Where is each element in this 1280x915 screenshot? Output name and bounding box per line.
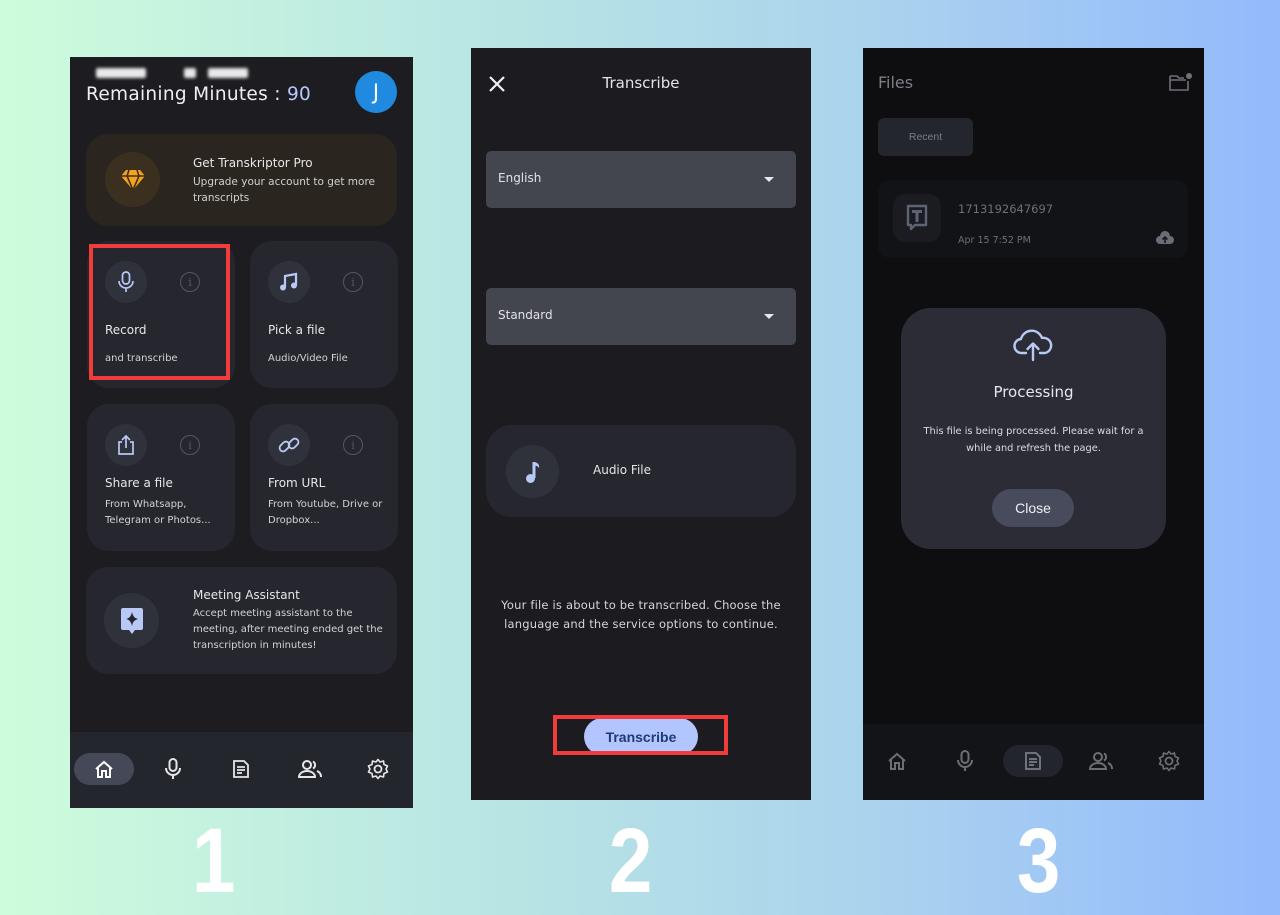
file-name: 1713192647697 (958, 202, 1054, 216)
close-button[interactable]: Close (992, 489, 1074, 527)
tile-title: Share a file (105, 476, 173, 490)
processing-dialog: Processing This file is being processed.… (901, 308, 1166, 549)
step-number-3: 3 (1016, 810, 1061, 912)
nav-home[interactable] (867, 745, 927, 777)
microphone-icon (165, 758, 181, 779)
file-row[interactable]: 1713192647697 Apr 15 7:52 PM (878, 180, 1188, 258)
file-date: Apr 15 7:52 PM (958, 235, 1031, 246)
share-icon (105, 424, 147, 466)
nav-team[interactable] (1071, 745, 1131, 777)
tile-title: From URL (268, 476, 326, 490)
bottom-nav (70, 732, 413, 808)
chevron-down-icon (764, 314, 774, 319)
transcribe-highlight-box (553, 715, 728, 755)
transkriptor-file-icon (893, 194, 941, 242)
people-icon (298, 760, 322, 778)
remaining-minutes: Remaining Minutes : 90 (86, 84, 311, 105)
music-note-icon (268, 261, 310, 303)
pro-title: Get Transkriptor Pro (193, 156, 313, 170)
from-url-tile[interactable]: i From URL From Youtube, Drive or Dropbo… (250, 404, 398, 551)
redacted-text (184, 68, 196, 78)
nav-record[interactable] (143, 753, 203, 785)
pick-file-tile[interactable]: i Pick a file Audio/Video File (250, 241, 398, 388)
service-value: Standard (498, 308, 553, 322)
sparkle-chat-icon (104, 593, 159, 648)
page-title: Transcribe (602, 74, 680, 92)
redacted-text (96, 68, 146, 78)
get-pro-card[interactable]: Get Transkriptor Pro Upgrade your accoun… (86, 134, 397, 226)
dialog-message: This file is being processed. Please wai… (923, 426, 1144, 454)
document-icon (233, 760, 249, 778)
tile-subtitle: Audio/Video File (268, 353, 348, 364)
nav-home[interactable] (74, 753, 134, 785)
meeting-assistant-card[interactable]: Meeting Assistant Accept meeting assista… (86, 567, 397, 674)
meeting-description: Accept meeting assistant to the meeting,… (193, 608, 383, 651)
home-icon (888, 752, 906, 770)
chevron-down-icon (764, 177, 774, 182)
info-icon[interactable]: i (180, 435, 200, 455)
remaining-label: Remaining Minutes : (86, 84, 287, 105)
audio-file-label: Audio File (593, 463, 652, 477)
cloud-upload-icon (1013, 328, 1053, 366)
share-file-tile[interactable]: i Share a file From Whatsapp, Telegram o… (87, 404, 235, 551)
transcribe-screen: Transcribe English Standard Audio File Y… (471, 48, 811, 800)
record-highlight-box (89, 244, 230, 380)
language-select[interactable]: English (486, 151, 796, 208)
tile-subtitle: From Youtube, Drive or Dropbox... (268, 499, 383, 526)
nav-record[interactable] (935, 745, 995, 777)
info-icon[interactable]: i (343, 272, 363, 292)
nav-files[interactable] (211, 753, 271, 785)
nav-files[interactable] (1003, 745, 1063, 777)
document-icon (1025, 752, 1041, 770)
nav-settings[interactable] (1139, 745, 1199, 777)
people-icon (1089, 752, 1113, 770)
info-icon[interactable]: i (343, 435, 363, 455)
music-note-icon (506, 445, 559, 498)
new-folder-icon[interactable] (1169, 72, 1193, 96)
page-title: Files (878, 73, 914, 92)
link-icon (268, 424, 310, 466)
info-message: Your file is about to be transcribed. Ch… (501, 598, 781, 631)
dialog-title: Processing (993, 383, 1074, 401)
step-number-2: 2 (608, 810, 653, 912)
tile-subtitle: From Whatsapp, Telegram or Photos... (105, 499, 211, 526)
language-value: English (498, 171, 542, 185)
home-icon (95, 760, 113, 778)
service-select[interactable]: Standard (486, 288, 796, 345)
meeting-title: Meeting Assistant (193, 588, 300, 602)
microphone-icon (957, 750, 973, 771)
diamond-icon (105, 152, 160, 207)
remaining-value: 90 (286, 84, 312, 105)
audio-file-card[interactable]: Audio File (486, 425, 796, 517)
step-number-1: 1 (191, 810, 236, 912)
pro-description: Upgrade your account to get more transcr… (193, 176, 376, 204)
recent-tab[interactable]: Recent (878, 118, 973, 156)
home-screen: Remaining Minutes : 90 J Get Transkripto… (70, 57, 413, 808)
files-screen: Files Recent 1713192647697 Apr 15 7:52 P… (863, 48, 1204, 800)
cloud-upload-icon (1156, 230, 1174, 249)
tile-title: Pick a file (268, 323, 326, 337)
gear-icon (1158, 750, 1180, 772)
gear-icon (367, 758, 389, 780)
nav-team[interactable] (280, 753, 340, 785)
redacted-text (208, 68, 248, 78)
avatar[interactable]: J (355, 71, 397, 113)
nav-settings[interactable] (348, 753, 408, 785)
bottom-nav (863, 724, 1204, 800)
